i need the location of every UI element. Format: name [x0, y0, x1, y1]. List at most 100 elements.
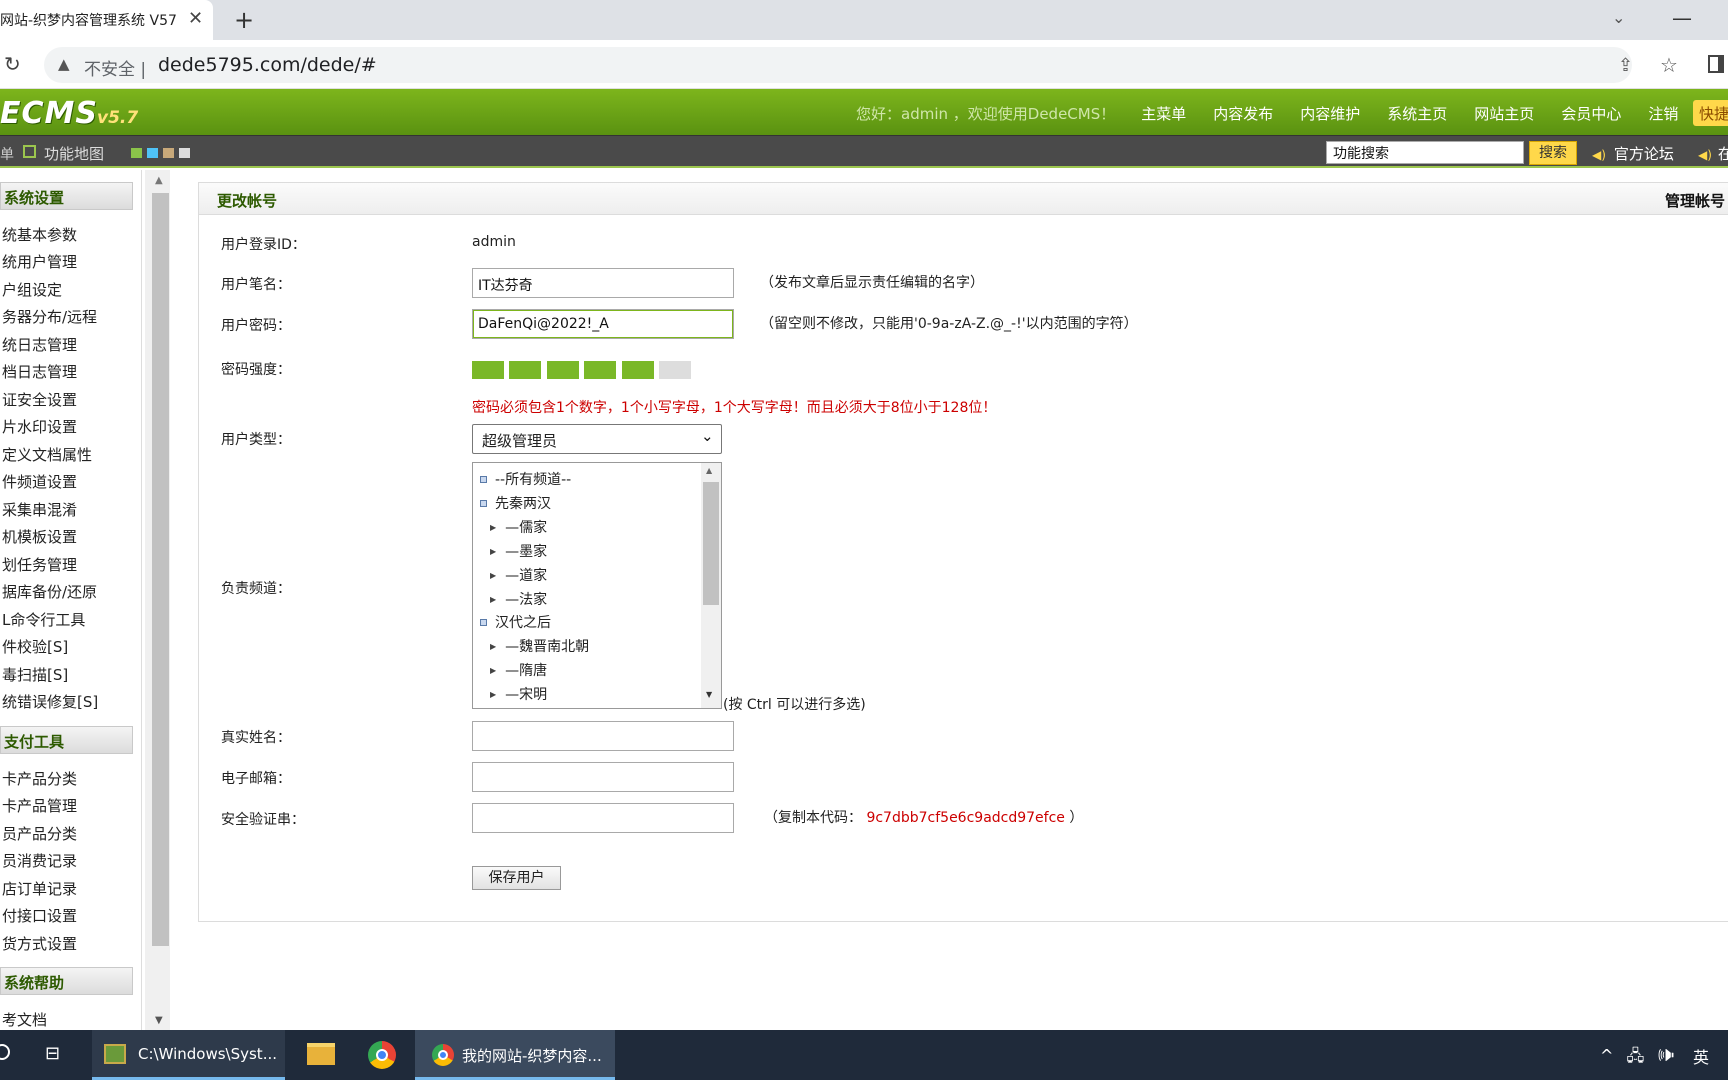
sidebar-item[interactable]: 片水印设置: [2, 416, 77, 437]
insecure-label[interactable]: 不安全 |: [84, 55, 146, 80]
channel-option[interactable]: 汉代之后: [480, 612, 551, 632]
sidebar-item[interactable]: 划任务管理: [2, 554, 77, 575]
grid-icon[interactable]: [23, 145, 36, 158]
sidebar-item[interactable]: 员产品分类: [2, 823, 77, 844]
input-method-indicator[interactable]: 英: [1693, 1044, 1709, 1068]
channel-option[interactable]: ▶ —法家: [490, 589, 547, 609]
sidebar-item[interactable]: 考文档: [2, 1009, 47, 1030]
share-icon[interactable]: ⇪: [1618, 55, 1633, 76]
skin-swatch[interactable]: [147, 148, 158, 158]
taskbar-app-cmd-label[interactable]: C:\Windows\Syst...: [138, 1045, 277, 1063]
sidebar-item[interactable]: 件校验[S]: [2, 636, 68, 657]
nav-system-home[interactable]: 系统主页: [1387, 103, 1447, 124]
file-explorer-icon[interactable]: [307, 1043, 335, 1065]
bookmark-star-icon[interactable]: ☆: [1660, 53, 1678, 77]
toolbar-menu-fragment[interactable]: 单: [0, 144, 14, 164]
sidebar-section-help[interactable]: 系统帮助: [0, 967, 133, 995]
scroll-down-icon[interactable]: ▼: [155, 1015, 163, 1026]
quick-button[interactable]: 快捷: [1693, 100, 1728, 126]
sidebar-item[interactable]: 毒扫描[S]: [2, 664, 68, 685]
sidebar-item[interactable]: 件频道设置: [2, 471, 77, 492]
sidebar-item[interactable]: 统日志管理: [2, 334, 77, 355]
safecode-input[interactable]: [472, 803, 734, 833]
sidebar-item[interactable]: 统基本参数: [2, 224, 77, 245]
channel-option[interactable]: ▶ —魏晋南北朝: [490, 636, 589, 656]
sidebar-item[interactable]: 证安全设置: [2, 389, 77, 410]
cms-logo: ECMS: [0, 96, 98, 131]
reload-icon[interactable]: ↻: [4, 52, 21, 76]
sidebar-section-payment[interactable]: 支付工具: [0, 726, 133, 754]
sidebar-item[interactable]: 统用户管理: [2, 251, 77, 272]
nav-logout[interactable]: 注销: [1648, 103, 1678, 124]
safecode-note: （复制本代码： 9c7dbb7cf5e6c9adcd97efce ）: [764, 807, 1083, 827]
channel-option[interactable]: ▶ —道家: [490, 565, 547, 585]
search-button[interactable]: 搜索: [1529, 141, 1577, 165]
forum-label: 官方论坛: [1613, 145, 1674, 163]
channel-option[interactable]: --所有频道--: [480, 469, 571, 489]
skin-swatch[interactable]: [163, 148, 174, 158]
browser-tab-title[interactable]: 网站-织梦内容管理系统 V57: [0, 10, 180, 30]
penname-note: （发布文章后显示责任编辑的名字）: [760, 275, 984, 291]
sidebar-item[interactable]: 据库备份/还原: [2, 581, 97, 602]
sidebar-item[interactable]: 档日志管理: [2, 361, 77, 382]
sidebar-item[interactable]: 户组设定: [2, 279, 62, 300]
function-search-input[interactable]: 功能搜索: [1326, 141, 1524, 164]
usertype-select[interactable]: 超级管理员: [472, 424, 722, 454]
channel-option[interactable]: ▶ —隋唐: [490, 660, 547, 680]
task-view-icon[interactable]: ⊟: [45, 1043, 60, 1064]
scroll-down-icon[interactable]: ▼: [706, 690, 712, 699]
system-tray-icons[interactable]: ^ 🖧 🕪: [1600, 1045, 1675, 1072]
sidebar-item[interactable]: 机模板设置: [2, 526, 77, 547]
chrome-icon: [432, 1044, 454, 1066]
nav-member-center[interactable]: 会员中心: [1561, 103, 1621, 124]
sidebar-section-system[interactable]: 系统设置: [0, 182, 133, 210]
sidebar-item[interactable]: 务器分布/远程: [2, 306, 97, 327]
close-tab-icon[interactable]: ✕: [188, 9, 203, 29]
browser-app-icon[interactable]: [368, 1041, 396, 1069]
strength-bar: [509, 361, 541, 379]
sidebar-item[interactable]: 店订单记录: [2, 878, 77, 899]
online-link[interactable]: ◀) 在: [1698, 143, 1728, 164]
strength-bar: [547, 361, 579, 379]
sidebar-item[interactable]: 卡产品管理: [2, 795, 77, 816]
nav-main-menu[interactable]: 主菜单: [1141, 103, 1186, 124]
channel-option[interactable]: ▶ —墨家: [490, 541, 547, 561]
sidebar-item[interactable]: 货方式设置: [2, 933, 77, 954]
channel-scroll-thumb[interactable]: [703, 482, 719, 605]
scroll-up-icon[interactable]: ▲: [706, 466, 712, 475]
email-input[interactable]: [472, 762, 734, 792]
url-text[interactable]: dede5795.com/dede/#: [158, 54, 377, 76]
sidebar-item[interactable]: 付接口设置: [2, 905, 77, 926]
sidebar-item[interactable]: 员消费记录: [2, 850, 77, 871]
sidebar-item[interactable]: 采集串混淆: [2, 499, 77, 520]
sidebar-item[interactable]: 卡产品分类: [2, 768, 77, 789]
nav-site-home[interactable]: 网站主页: [1474, 103, 1534, 124]
tab-search-chevron-icon[interactable]: ⌄: [1612, 8, 1625, 27]
channel-option-label: —儒家: [505, 520, 548, 536]
sidebar-item[interactable]: 统错误修复[S]: [2, 691, 98, 712]
realname-input[interactable]: [472, 721, 734, 751]
window-minimize-icon[interactable]: —: [1672, 6, 1692, 30]
warning-icon[interactable]: ▲: [58, 55, 70, 73]
side-panel-icon[interactable]: [1708, 55, 1724, 73]
official-forum-link[interactable]: ◀) 官方论坛: [1592, 143, 1674, 164]
skin-swatch[interactable]: [179, 148, 190, 158]
sidebar-item[interactable]: L命令行工具: [2, 609, 85, 630]
sidebar-item[interactable]: 定义文档属性: [2, 444, 92, 465]
skin-swatch[interactable]: [131, 148, 142, 158]
save-user-button[interactable]: 保存用户: [472, 866, 561, 890]
nav-publish[interactable]: 内容发布: [1213, 103, 1273, 124]
new-tab-icon[interactable]: +: [234, 6, 254, 34]
penname-input[interactable]: IT达芬奇: [472, 268, 734, 298]
chevron-down-icon[interactable]: ⌄: [701, 427, 714, 445]
password-input[interactable]: DaFenQi@2022!_A: [472, 309, 734, 339]
channel-option[interactable]: ▶ —宋明: [490, 684, 547, 704]
scroll-up-icon[interactable]: ▲: [155, 175, 163, 186]
sidebar-scroll-thumb[interactable]: [152, 193, 169, 946]
channel-option[interactable]: 先秦两汉: [480, 493, 551, 513]
taskbar-app-chrome-label[interactable]: 我的网站-织梦内容...: [462, 1045, 602, 1066]
nav-maintain[interactable]: 内容维护: [1300, 103, 1360, 124]
function-map-link[interactable]: 功能地图: [44, 143, 104, 164]
channel-option[interactable]: ▶ —儒家: [490, 517, 547, 537]
manage-accounts-link[interactable]: 管理帐号: [1665, 190, 1725, 211]
